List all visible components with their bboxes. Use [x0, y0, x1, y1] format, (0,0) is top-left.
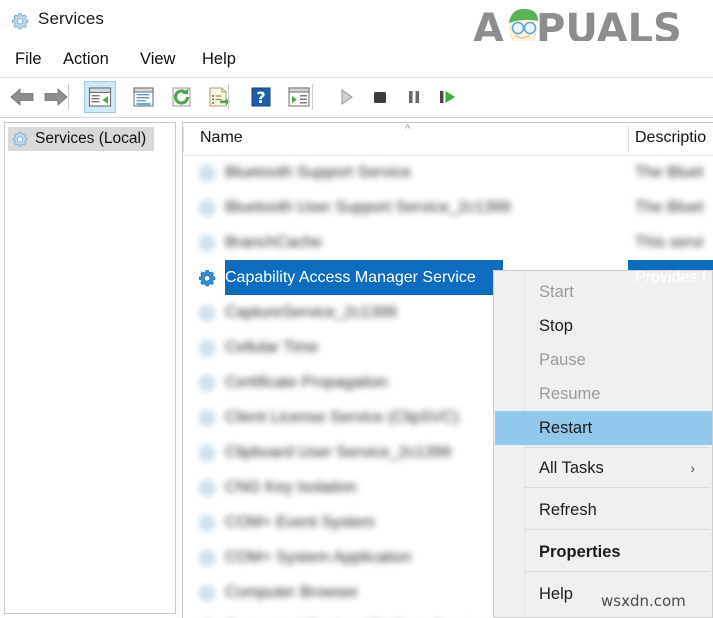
window-title: Services: [38, 9, 104, 28]
services-gear-icon: [197, 373, 217, 393]
service-description: Provides f: [635, 268, 707, 286]
chevron-right-icon: ›: [690, 460, 695, 476]
watermark: wsxdn.com: [601, 592, 686, 610]
menu-help[interactable]: Help: [197, 48, 241, 71]
service-name: BranchCache: [225, 233, 322, 251]
table-row[interactable]: Bluetooth Support Service The Bluet: [183, 155, 713, 190]
column-header-name[interactable]: Name: [200, 129, 243, 147]
service-name: Computer Browser: [225, 583, 359, 601]
sidebar-item-label: Services (Local): [35, 130, 147, 147]
pause-icon[interactable]: [398, 81, 430, 113]
console-tree-icon[interactable]: [84, 81, 116, 113]
title-bar: Services A PUALS: [0, 0, 713, 52]
service-name: COM+ Event System: [225, 513, 375, 531]
menu-item-all-tasks[interactable]: All Tasks ›: [495, 451, 712, 485]
menu-item-label: Pause: [539, 350, 586, 369]
menu-item-label: Resume: [539, 384, 601, 403]
table-row[interactable]: BranchCache This servi: [183, 225, 713, 260]
menu-separator: [525, 487, 710, 488]
table-row[interactable]: Bluetooth User Support Service_2c1399 Th…: [183, 190, 713, 225]
context-menu: Start Stop Pause Resume Restart All Task…: [493, 270, 713, 618]
services-gear-icon: [197, 583, 217, 603]
service-name: Client License Service (ClipSVC): [225, 408, 459, 426]
service-name: COM+ System Application: [225, 548, 412, 566]
service-name: CNG Key Isolation: [225, 478, 357, 496]
services-gear-icon: [197, 163, 217, 183]
menu-view[interactable]: View: [135, 48, 180, 71]
refresh-icon[interactable]: [166, 81, 198, 113]
sort-ascending-icon: ^: [405, 123, 411, 135]
menu-item-properties[interactable]: Properties: [495, 535, 712, 569]
menu-item-restart[interactable]: Restart: [495, 411, 712, 445]
properties-window-icon[interactable]: [128, 81, 160, 113]
menu-item-label: Stop: [539, 316, 573, 335]
services-gear-icon: [197, 408, 217, 428]
service-name: Bluetooth Support Service: [225, 163, 411, 181]
service-description: The Bluet: [635, 163, 704, 181]
sidebar-item-services-local[interactable]: Services (Local): [8, 127, 155, 151]
menu-item-label: Start: [539, 282, 574, 301]
help-question-icon[interactable]: ?: [245, 81, 277, 113]
restart-icon[interactable]: [432, 81, 464, 113]
menu-item-stop[interactable]: Stop: [495, 309, 712, 343]
services-gear-icon: [197, 478, 217, 498]
services-gear-icon: [197, 233, 217, 253]
column-divider[interactable]: [183, 126, 184, 152]
menu-item-label: Help: [539, 584, 573, 603]
service-name: Certificate Propagation: [225, 373, 388, 391]
services-gear-icon: [197, 443, 217, 463]
service-name: Bluetooth User Support Service_2c1399: [225, 198, 511, 216]
service-name: Cellular Time: [225, 338, 319, 356]
service-name: Capability Access Manager Service: [225, 268, 476, 286]
services-gear-icon: [197, 198, 217, 218]
service-description: This servi: [635, 233, 704, 251]
service-name: CaptureService_2c1399: [225, 303, 397, 321]
toolbar-separator: [312, 84, 313, 110]
service-name: Clipboard User Service_2c1399: [225, 443, 451, 461]
toolbar: ?: [0, 78, 713, 118]
menu-item-refresh[interactable]: Refresh: [495, 493, 712, 527]
menu-item-label: Restart: [539, 418, 593, 437]
menu-separator: [525, 529, 710, 530]
service-description: The Bluet: [635, 198, 704, 216]
menu-bar: File Action View Help: [0, 41, 713, 78]
services-gear-icon: [197, 513, 217, 533]
menu-action[interactable]: Action: [58, 48, 114, 71]
play-icon[interactable]: [330, 81, 362, 113]
console-tree-pane: Services (Local): [4, 122, 176, 614]
column-header-description[interactable]: Descriptio: [635, 129, 706, 147]
services-window: Services A PUALS File Action View Help ?…: [0, 0, 713, 618]
menu-separator: [525, 571, 710, 572]
services-gear-icon: [10, 11, 30, 31]
menu-item-label: All Tasks: [539, 458, 604, 477]
services-gear-icon: [11, 130, 29, 148]
column-divider[interactable]: [628, 126, 629, 152]
menu-item-pause[interactable]: Pause: [495, 343, 712, 377]
services-gear-icon: [197, 338, 217, 358]
svg-text:?: ?: [256, 88, 265, 107]
stop-icon[interactable]: [364, 81, 396, 113]
menu-file[interactable]: File: [10, 48, 47, 71]
list-column-header: ^ Name Descriptio: [183, 123, 713, 156]
menu-item-resume[interactable]: Resume: [495, 377, 712, 411]
services-gear-icon: [197, 303, 217, 323]
menu-separator: [525, 447, 710, 448]
menu-item-label: Refresh: [539, 500, 597, 519]
services-gear-icon: [197, 268, 217, 288]
export-list-icon[interactable]: [203, 81, 235, 113]
action-pane-icon[interactable]: [283, 81, 315, 113]
toolbar-separator: [68, 84, 69, 110]
back-arrow-icon[interactable]: [6, 81, 38, 113]
toolbar-separator: [228, 84, 229, 110]
services-gear-icon: [197, 548, 217, 568]
menu-item-label: Properties: [539, 542, 621, 561]
